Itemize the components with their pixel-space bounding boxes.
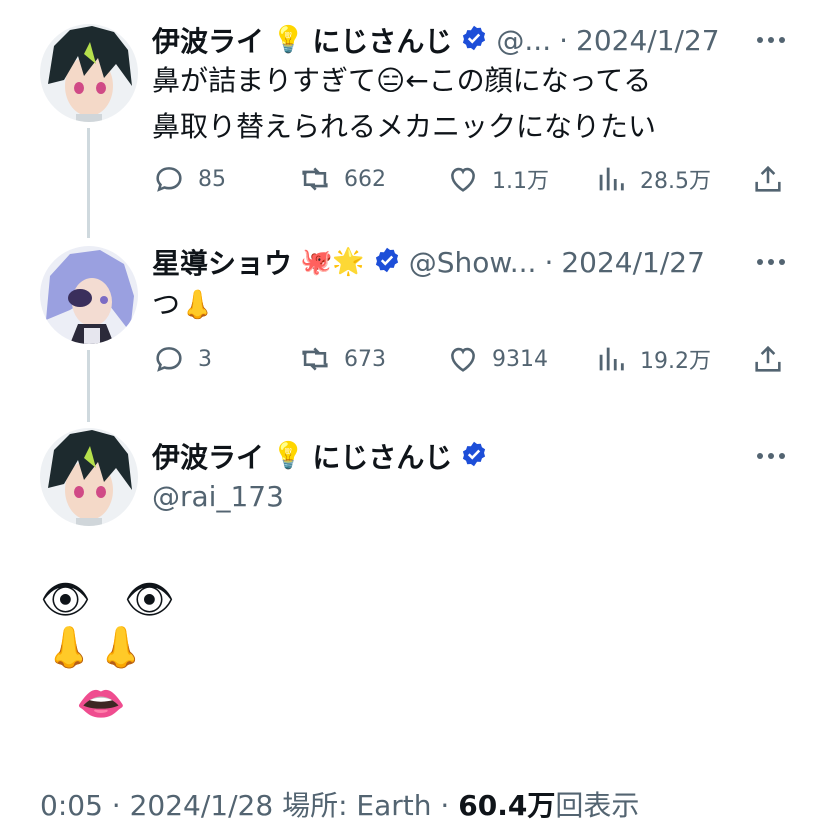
tweet1-dot: · [559,23,569,57]
right-eye-emoji: 👁 [124,577,175,623]
avatar-tweet1[interactable] [40,24,138,122]
tweet2-like-button[interactable]: 9314 [446,342,548,376]
retweet-icon [302,167,328,191]
verified-badge-icon [460,440,488,472]
verified-badge-icon [460,24,488,56]
view-count-suffix: 回表示 [555,789,640,822]
tweet2-retweet-button[interactable]: 673 [298,342,386,376]
tweet1-more-icon[interactable] [757,37,785,43]
post-location: 場所: Earth [282,789,432,822]
main-header: 伊波ライ 💡 にじさんじ [152,436,488,476]
tweet2-more-icon[interactable] [757,259,785,265]
tweet1-share-button[interactable] [751,162,785,196]
tweet2-date[interactable]: 2024/1/27 [561,246,705,279]
share-icon [755,165,781,192]
avatar-main[interactable] [40,428,138,526]
tweet1-header: 伊波ライ 💡 にじさんじ @... · 2024/1/27 [152,20,720,60]
thread-line-2 [87,350,90,422]
tweet1-views-count: 28.5万 [640,169,711,194]
main-author-name[interactable]: 伊波ライ [152,436,264,476]
tweet1-handle[interactable]: @... [496,24,551,57]
retweet-icon [302,347,328,371]
heart-icon [451,347,475,372]
verified-badge-icon [373,246,401,278]
right-nose-emoji: 👃 [96,625,146,671]
tweet1-views-button[interactable]: 28.5万 [594,162,711,196]
views-chart-icon [599,347,624,371]
tweet2-reply-button[interactable]: 3 [152,342,212,376]
tweet2-header: 星導ショウ 🐙🌟 @Show... · 2024/1/27 [152,242,705,282]
tweet1-reply-count: 85 [198,166,226,192]
view-count: 60.4万 [458,789,556,822]
avatar-tweet2[interactable] [40,246,138,344]
main-handle[interactable]: @rai_173 [152,480,284,513]
tweet2-handle[interactable]: @Show... [409,246,537,279]
tweet2-text-line1: つ👃 [152,288,215,321]
octopus-star-emoji: 🐙🌟 [300,247,365,277]
tweet-footer: 0:05 · 2024/1/28 場所: Earth · 60.4万回表示 [40,784,639,824]
tweet1-text-line2: 鼻取り替えられるメカニックになりたい [152,110,657,143]
tweet1-author-org[interactable]: にじさんじ [312,20,452,60]
tweet1-like-count: 1.1万 [492,169,549,194]
tweet1-date[interactable]: 2024/1/27 [576,24,720,57]
tweet2-reply-count: 3 [198,346,212,372]
left-eye-emoji: 👁 [40,577,91,623]
main-author-org[interactable]: にじさんじ [312,436,452,476]
lightbulb-emoji: 💡 [272,441,305,471]
reply-icon [156,347,182,372]
post-date[interactable]: 2024/1/28 [130,789,274,822]
post-time[interactable]: 0:05 [40,789,103,822]
tweet1-text-line1: 鼻が詰まりすぎて😑←この顔になってる [152,64,652,97]
main-more-icon[interactable] [757,453,785,459]
lips-emoji: 👄 [76,681,126,727]
thread-line-1 [87,128,90,238]
heart-icon [451,167,475,192]
reply-icon [156,167,182,192]
footer-sep2: · [440,789,450,822]
tweet1-author-name[interactable]: 伊波ライ [152,20,264,60]
tweet2-views-button[interactable]: 19.2万 [594,342,711,376]
tweet1-retweet-count: 662 [344,166,386,192]
tweet1-retweet-button[interactable]: 662 [298,162,386,196]
tweet2-dot: · [544,245,554,279]
footer-sep1: · [111,789,121,822]
tweet2-views-count: 19.2万 [640,349,711,374]
share-icon [755,345,781,372]
left-nose-emoji: 👃 [44,625,94,671]
lightbulb-emoji: 💡 [272,25,305,55]
tweet1-like-button[interactable]: 1.1万 [446,162,549,196]
tweet2-share-button[interactable] [751,342,785,376]
tweet2-like-count: 9314 [492,346,548,372]
tweet1-reply-button[interactable]: 85 [152,162,226,196]
views-chart-icon [599,167,624,191]
tweet2-retweet-count: 673 [344,346,386,372]
tweet2-author-name[interactable]: 星導ショウ [152,242,292,282]
